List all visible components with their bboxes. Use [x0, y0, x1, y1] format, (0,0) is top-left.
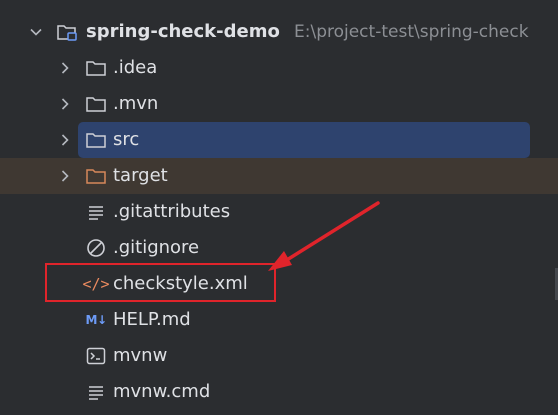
- project-folder-icon: [55, 20, 79, 44]
- project-name: spring-check-demo: [86, 21, 280, 42]
- folder-icon: [84, 92, 108, 116]
- tree-row-mvnw[interactable]: mvnw: [0, 338, 558, 374]
- chevron-right-icon[interactable]: [57, 60, 73, 76]
- tree-item-label: src: [113, 129, 140, 150]
- chevron-right-icon[interactable]: [57, 96, 73, 112]
- tree-item-label: HELP.md: [113, 309, 191, 330]
- ignore-file-icon: [84, 236, 108, 260]
- chevron-right-icon[interactable]: [57, 132, 73, 148]
- chevron-down-icon[interactable]: [28, 24, 44, 40]
- annotation-highlight-box: [45, 263, 276, 302]
- markdown-file-icon: M↓: [85, 313, 108, 327]
- tree-item-label: mvnw: [113, 345, 168, 366]
- tree-item-label: .gitignore: [113, 237, 200, 258]
- tree-row-gitignore[interactable]: .gitignore: [0, 230, 558, 266]
- tree-row-help-md[interactable]: M↓ HELP.md: [0, 302, 558, 338]
- project-tree: spring-check-demo E:\project-test\spring…: [0, 0, 558, 415]
- tree-row-project-root[interactable]: spring-check-demo E:\project-test\spring…: [0, 14, 558, 50]
- tree-row-idea[interactable]: .idea: [0, 50, 558, 86]
- selection-highlight: [78, 122, 530, 158]
- tree-item-label: .idea: [113, 57, 158, 78]
- text-file-icon: [84, 200, 108, 224]
- project-path: E:\project-test\spring-check: [294, 22, 529, 42]
- chevron-right-icon[interactable]: [57, 168, 73, 184]
- tree-item-label: mvnw.cmd: [113, 381, 211, 402]
- tree-item-label: .mvn: [113, 93, 159, 114]
- tree-row-mvn[interactable]: .mvn: [0, 86, 558, 122]
- text-file-icon: [84, 380, 108, 404]
- tree-row-gitattributes[interactable]: .gitattributes: [0, 194, 558, 230]
- tree-item-label: target: [113, 165, 168, 186]
- tree-item-label: .gitattributes: [113, 201, 231, 222]
- shell-script-icon: [84, 344, 108, 368]
- excluded-folder-icon: [84, 164, 108, 188]
- tree-row-src[interactable]: src: [0, 122, 558, 158]
- folder-icon: [84, 128, 108, 152]
- tree-row-mvnw-cmd[interactable]: mvnw.cmd: [0, 374, 558, 410]
- folder-icon: [84, 56, 108, 80]
- tree-row-target[interactable]: target: [0, 158, 558, 194]
